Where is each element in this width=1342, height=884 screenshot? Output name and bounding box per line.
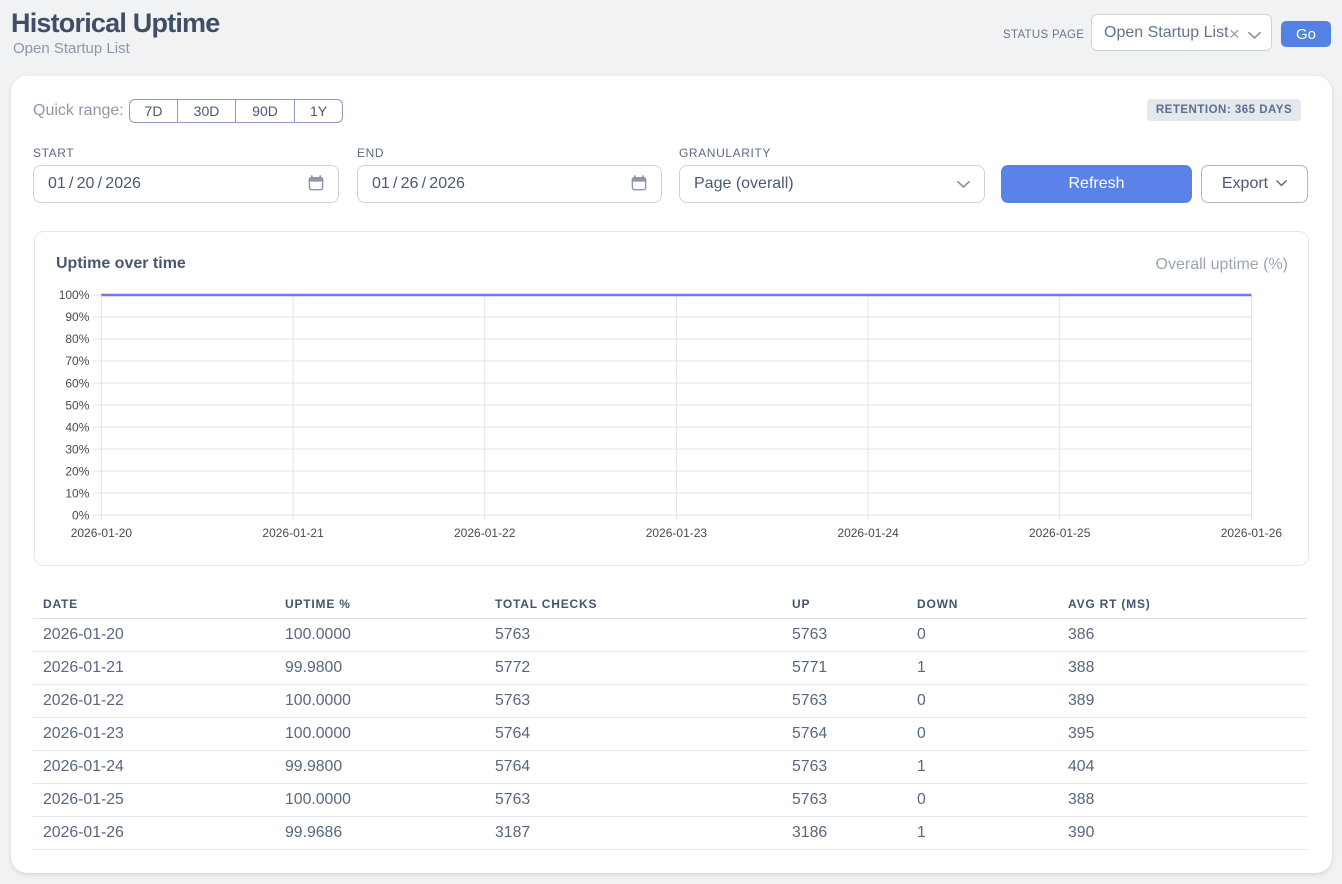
svg-text:2026-01-25: 2026-01-25 (1029, 526, 1091, 540)
svg-text:100%: 100% (59, 288, 90, 302)
svg-text:50%: 50% (65, 398, 89, 412)
svg-text:20%: 20% (65, 464, 89, 478)
svg-text:2026-01-21: 2026-01-21 (262, 526, 324, 540)
svg-text:40%: 40% (65, 420, 89, 434)
svg-text:0%: 0% (72, 508, 90, 522)
svg-text:90%: 90% (65, 310, 89, 324)
svg-text:10%: 10% (65, 486, 89, 500)
svg-text:2026-01-22: 2026-01-22 (454, 526, 516, 540)
svg-text:2026-01-20: 2026-01-20 (71, 526, 133, 540)
svg-text:2026-01-23: 2026-01-23 (646, 526, 708, 540)
svg-text:2026-01-26: 2026-01-26 (1221, 526, 1283, 540)
svg-text:60%: 60% (65, 376, 89, 390)
svg-text:2026-01-24: 2026-01-24 (837, 526, 899, 540)
svg-text:30%: 30% (65, 442, 89, 456)
svg-text:80%: 80% (65, 332, 89, 346)
svg-text:70%: 70% (65, 354, 89, 368)
